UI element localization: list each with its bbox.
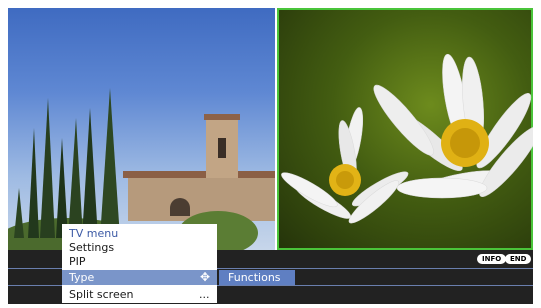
landscape-image [8,88,275,250]
move-arrows-icon: ✥ [200,270,211,284]
menu-item-settings[interactable]: Settings [69,241,114,254]
menu-title: TV menu [69,227,119,240]
pip-picture [277,8,533,250]
end-button[interactable]: END [505,254,532,264]
more-indicator: ... [199,288,210,301]
tv-screen: INFO END TV menu Settings PIP Type ✥ Spl… [0,0,541,308]
submenu-functions[interactable]: Functions [219,270,295,285]
tv-menu: TV menu Settings PIP Type ✥ Split screen… [62,224,217,303]
menu-item-pip[interactable]: PIP [69,255,86,268]
info-button[interactable]: INFO [477,254,507,264]
menu-item-type[interactable]: Type [69,271,94,284]
menu-item-split-screen[interactable]: Split screen [69,288,133,301]
main-picture [8,8,275,250]
daisy-image [281,54,533,224]
